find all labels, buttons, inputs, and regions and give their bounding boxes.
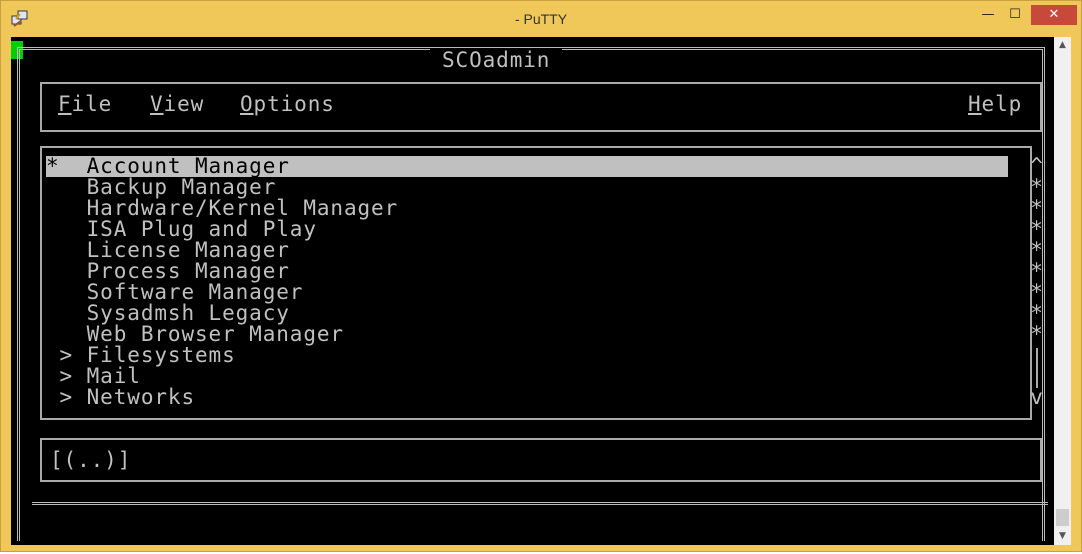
menu-file-key: F — [58, 92, 72, 116]
scrollbar-down-arrow-icon[interactable]: ▼ — [1054, 528, 1071, 545]
scroll-track-mark: * — [1030, 217, 1044, 241]
scroll-track-mark: * — [1030, 259, 1044, 283]
scroll-track-mark: * — [1030, 322, 1044, 346]
menu-file[interactable]: File — [58, 92, 112, 116]
separator-line — [32, 502, 1048, 505]
manager-list: * Account Manager Backup Manager Hardwar… — [40, 146, 1043, 420]
scroll-track-mark: * — [1030, 238, 1044, 262]
menu-options-key: O — [240, 92, 254, 116]
scroll-track-mark: * — [1030, 196, 1044, 220]
title-bar[interactable]: - PuTTY — ☐ ✕ — [1, 1, 1081, 37]
menu-file-label: ile — [71, 92, 113, 116]
putty-window: - PuTTY — ☐ ✕ SCOadmin File View Options… — [0, 0, 1082, 552]
list-item[interactable]: Backup Manager — [46, 177, 276, 198]
menu-help-label: elp — [981, 92, 1023, 116]
scroll-down-indicator[interactable]: v — [1027, 387, 1047, 408]
menu-options-label: ptions — [253, 92, 335, 116]
list-item[interactable]: * Account Manager — [46, 156, 1008, 177]
scroll-track-mark: * — [1030, 175, 1044, 199]
list-item[interactable]: ISA Plug and Play — [46, 219, 317, 240]
list-item[interactable]: > Mail — [46, 366, 141, 387]
scrollbar-thumb[interactable] — [1056, 509, 1069, 526]
menu-help[interactable]: Help — [968, 92, 1022, 116]
list-item[interactable]: License Manager — [46, 240, 290, 261]
status-text: [(..)] — [50, 448, 132, 472]
list-item[interactable]: Web Browser Manager — [46, 324, 344, 345]
scroll-track-mark: * — [1030, 301, 1044, 325]
list-item-prefix: > — [59, 385, 74, 409]
scroll-track-mark: * — [1030, 280, 1044, 304]
menu-help-key: H — [968, 92, 982, 116]
menu-view-label: iew — [163, 92, 205, 116]
list-item[interactable]: Hardware/Kernel Manager — [46, 198, 398, 219]
list-item[interactable]: Process Manager — [46, 261, 290, 282]
status-area: [(..)] — [40, 438, 1042, 482]
scroll-up-indicator[interactable]: ^ — [1027, 156, 1047, 177]
scrollbar-up-arrow-icon[interactable]: ▲ — [1054, 37, 1071, 54]
minimize-button[interactable]: — — [973, 5, 1003, 27]
list-item[interactable]: Software Manager — [46, 282, 303, 303]
scroll-track-line — [1036, 348, 1038, 388]
terminal-screen[interactable]: SCOadmin File View Options Help * Accoun… — [11, 37, 1071, 545]
scoadmin-frame: SCOadmin File View Options Help * Accoun… — [17, 47, 1048, 541]
menu-view[interactable]: View — [150, 92, 204, 116]
menu-bar: File View Options Help — [40, 82, 1042, 132]
app-title: SCOadmin — [430, 48, 563, 72]
list-item[interactable]: > Filesystems — [46, 345, 236, 366]
close-button[interactable]: ✕ — [1031, 5, 1077, 25]
list-item[interactable]: Sysadmsh Legacy — [46, 303, 290, 324]
list-item-label: Networks — [86, 385, 195, 409]
window-title: - PuTTY — [514, 11, 568, 27]
maximize-button[interactable]: ☐ — [1001, 5, 1029, 27]
terminal-scrollbar[interactable]: ▲ ▼ — [1054, 37, 1071, 545]
list-item[interactable]: > Networks — [46, 387, 195, 408]
menu-options[interactable]: Options — [240, 92, 335, 116]
menu-view-key: V — [150, 92, 164, 116]
